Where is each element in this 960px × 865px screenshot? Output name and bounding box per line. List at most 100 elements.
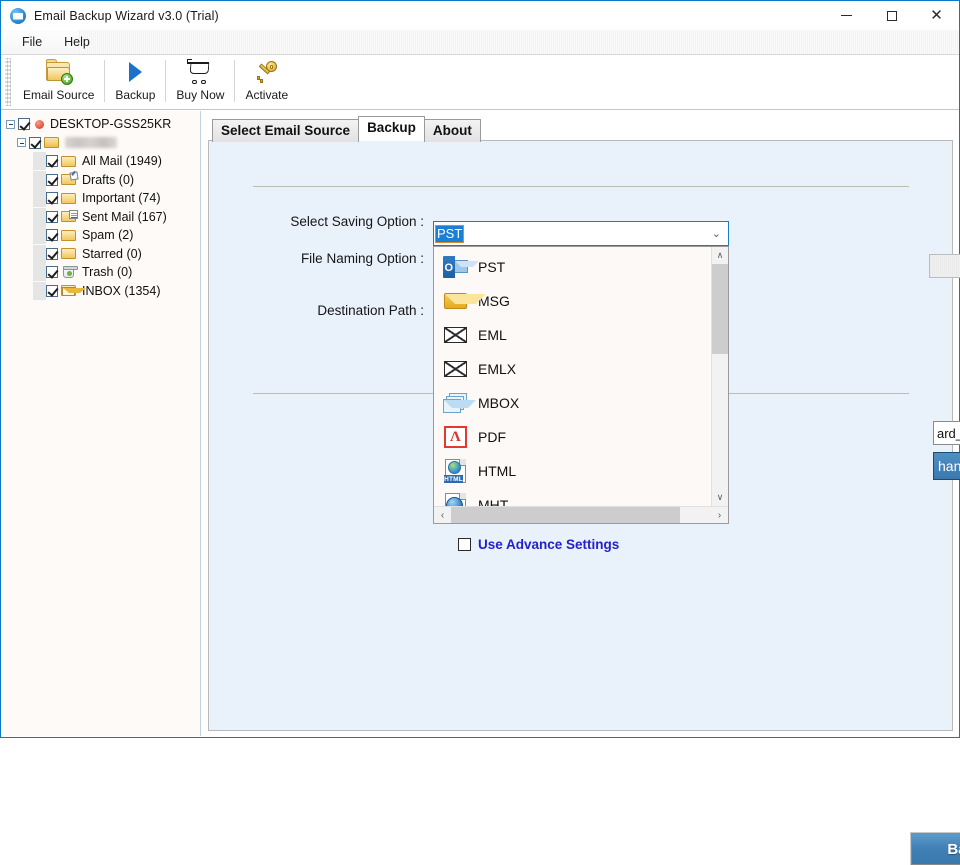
hscrollbar-track[interactable] [451, 507, 711, 523]
scroll-left-icon[interactable]: ‹ [434, 507, 451, 523]
checkbox-folder[interactable] [46, 229, 58, 242]
tab-backup[interactable]: Backup [358, 116, 425, 141]
toolbar-button-backup[interactable]: Backup [106, 55, 164, 105]
tree-label-root: DESKTOP-GSS25KR [50, 117, 172, 132]
dropdown-option-label: PDF [478, 429, 506, 445]
dropdown-option-label: EMLX [478, 361, 517, 377]
dropdown-option-msg[interactable]: MSG [434, 284, 711, 318]
dropdown-option-label: MHT [478, 497, 509, 506]
dropdown-option-label: EML [478, 327, 507, 343]
dropdown-option-mht[interactable]: MHT [434, 488, 711, 506]
checkbox-folder[interactable] [46, 247, 58, 260]
tree-node-folder[interactable]: Drafts (0) [2, 170, 200, 190]
tree-label-folder: Trash (0) [82, 265, 133, 280]
tree-label-folder: All Mail (1949) [82, 154, 162, 169]
toolbar-button-activate[interactable]: Activate [236, 55, 297, 105]
toolbar-separator [104, 60, 106, 102]
dropdown-option-label: MBOX [478, 395, 520, 411]
mbox-stack-icon [443, 390, 476, 416]
dropdown-option-eml[interactable]: EML [434, 318, 711, 352]
folder-tree-sidebar[interactable]: DESKTOP-GSS25KR All Mail (1949) Drafts ( [2, 111, 201, 736]
maximize-button[interactable] [869, 1, 914, 30]
scroll-right-icon[interactable]: › [711, 507, 728, 523]
label-file-naming-option: File Naming Option : [300, 251, 424, 266]
dropdown-vertical-scrollbar[interactable]: ∧ ∨ [711, 247, 728, 506]
close-button[interactable]: ✕ [914, 1, 959, 30]
tab-bar: Select Email Source Backup About [208, 115, 953, 142]
tree-node-account[interactable] [2, 134, 200, 153]
title-bar: Email Backup Wizard v3.0 (Trial) ✕ [1, 1, 959, 30]
toolbar-label-backup: Backup [115, 88, 156, 102]
html-icon: HTML [443, 458, 469, 484]
scrollbar-track[interactable] [712, 264, 728, 489]
toolbar-separator [234, 60, 236, 102]
app-mail-icon [10, 7, 26, 24]
window-controls: ✕ [824, 1, 959, 30]
backup-button[interactable]: Backup [910, 832, 960, 865]
saving-option-select[interactable]: PST ⌄ [433, 221, 729, 246]
tree-node-folder[interactable]: Starred (0) [2, 244, 200, 264]
divider-top [253, 186, 909, 187]
menu-item-file[interactable]: File [11, 32, 53, 52]
folder-open-icon [44, 136, 60, 149]
tree-label-folder: Spam (2) [82, 228, 134, 243]
dropdown-horizontal-scrollbar[interactable]: ‹ › [434, 506, 728, 523]
label-select-saving-option: Select Saving Option : [290, 214, 424, 229]
expander-icon[interactable] [17, 138, 26, 148]
dropdown-option-pst[interactable]: O PST [434, 250, 711, 284]
tab-about[interactable]: About [423, 119, 481, 142]
tab-select-email-source[interactable]: Select Email Source [212, 119, 360, 142]
toolbar-button-buy-now[interactable]: Buy Now [167, 55, 233, 105]
dropdown-option-pdf[interactable]: Λ PDF [434, 420, 711, 454]
folder-icon [61, 155, 77, 168]
dropdown-option-emlx[interactable]: EMLX [434, 352, 711, 386]
eml-envelope-icon [443, 322, 469, 348]
scroll-down-icon[interactable]: ∨ [712, 489, 728, 506]
checkbox-folder[interactable] [46, 210, 58, 223]
minimize-button[interactable] [824, 1, 869, 30]
close-icon: ✕ [930, 6, 943, 24]
checkbox-folder[interactable] [46, 173, 58, 186]
checkbox-account[interactable] [29, 136, 41, 149]
key-icon [253, 59, 281, 85]
destination-path-input[interactable]: ard_12-03-2 [933, 421, 960, 445]
dropdown-option-label: PST [478, 259, 506, 275]
change-destination-button[interactable]: hange... [933, 452, 960, 480]
tree-node-folder[interactable]: Important (74) [2, 189, 200, 208]
checkbox-folder[interactable] [46, 266, 58, 279]
toolbar-label-email-source: Email Source [23, 88, 95, 102]
scrollbar-thumb[interactable] [712, 264, 728, 354]
saving-option-selected-value: PST [434, 224, 465, 243]
tree-node-root[interactable]: DESKTOP-GSS25KR [2, 115, 200, 134]
outlook-pst-icon: O [443, 254, 479, 280]
checkbox-folder[interactable] [46, 192, 58, 205]
saving-option-dropdown-list[interactable]: O PST MSG EML EMLX MBOX Λ PDF HTML HTML … [433, 246, 729, 524]
tree-node-folder[interactable]: INBOX (1354) [2, 281, 200, 301]
dropdown-option-html[interactable]: HTML HTML [434, 454, 711, 488]
tree-node-folder[interactable]: All Mail (1949) [2, 152, 200, 171]
minimize-icon [841, 15, 852, 16]
dropdown-option-mbox[interactable]: MBOX [434, 386, 711, 420]
menu-item-help[interactable]: Help [53, 32, 101, 52]
file-naming-option-select[interactable]: ⌄ [929, 254, 960, 278]
use-advance-settings-checkbox[interactable] [458, 538, 471, 551]
use-advance-settings-row[interactable]: Use Advance Settings [458, 537, 619, 552]
toolbar-button-email-source[interactable]: Email Source [14, 55, 103, 105]
toolbar-separator [165, 60, 167, 102]
tree-node-folder[interactable]: Spam (2) [2, 226, 200, 245]
window-title: Email Backup Wizard v3.0 (Trial) [34, 8, 219, 23]
folder-draft-icon [61, 171, 79, 186]
toolbar-grip[interactable] [5, 58, 11, 106]
checkbox-folder[interactable] [46, 284, 58, 297]
chevron-down-icon: ⌄ [711, 228, 721, 240]
toolbar-label-activate: Activate [245, 88, 289, 102]
folder-icon [61, 192, 77, 205]
trash-icon [61, 265, 78, 279]
hscrollbar-thumb[interactable] [451, 507, 680, 523]
tree-node-folder[interactable]: Trash (0) [2, 263, 200, 282]
checkbox-folder[interactable] [46, 155, 58, 168]
scroll-up-icon[interactable]: ∧ [712, 247, 728, 264]
tree-node-folder[interactable]: Sent Mail (167) [2, 207, 200, 227]
expander-icon[interactable] [6, 119, 15, 129]
checkbox-root[interactable] [18, 118, 30, 131]
